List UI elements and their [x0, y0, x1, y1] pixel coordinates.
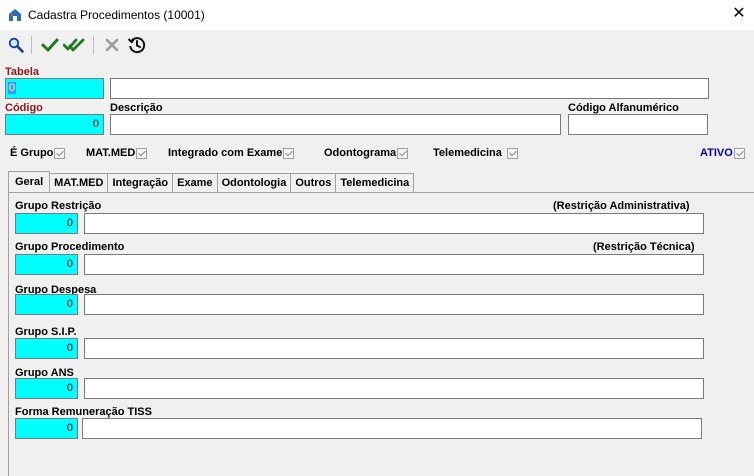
codigo-label: Código: [5, 102, 43, 114]
tabela-code-field[interactable]: 0: [5, 78, 104, 99]
cancel-button[interactable]: [101, 34, 123, 56]
matmed-checkbox[interactable]: MAT.MED: [86, 147, 148, 159]
tabela-code-value: 0: [8, 82, 17, 94]
grupo-sip-code-field[interactable]: 0: [15, 338, 78, 359]
double-check-icon: [63, 38, 85, 52]
grupo-restricao-label: Grupo Restrição: [15, 200, 102, 212]
integrado-exame-checkbox[interactable]: Integrado com Exame: [168, 147, 295, 159]
tab-bar: Geral MAT.MED Integração Exame Odontolog…: [8, 171, 415, 192]
grupo-procedimento-code-field[interactable]: 0: [15, 254, 78, 275]
e-grupo-label: É Grupo: [10, 147, 54, 159]
restricao-administrativa-note: (Restrição Administrativa): [553, 200, 690, 212]
tab-geral[interactable]: Geral: [8, 171, 51, 192]
ativo-check-icon: [733, 147, 745, 159]
tabela-label: Tabela: [5, 66, 40, 78]
integrado-exame-label: Integrado com Exame: [168, 147, 283, 159]
history-button[interactable]: [126, 34, 148, 56]
x-icon: [105, 38, 119, 52]
odontograma-checkbox[interactable]: Odontograma: [324, 147, 409, 159]
codigo-alfanumerico-field[interactable]: [568, 114, 708, 135]
tab-telemedicina[interactable]: Telemedicina: [335, 173, 415, 192]
window-title: Cadastra Procedimentos (10001): [28, 8, 205, 22]
check-icon: [41, 38, 59, 52]
history-icon: [127, 37, 146, 54]
toolbar: [0, 30, 754, 60]
grupo-ans-code-field[interactable]: 0: [15, 378, 78, 399]
toolbar-separator: [93, 36, 94, 54]
grupo-despesa-code-field[interactable]: 0: [15, 294, 78, 315]
grupo-restricao-code-field[interactable]: 0: [15, 213, 78, 234]
tab-integracao[interactable]: Integração: [107, 173, 174, 192]
title-bar: Cadastra Procedimentos (10001) ✕: [0, 0, 754, 30]
forma-remuneracao-name-field[interactable]: [82, 418, 702, 439]
search-icon: [8, 37, 24, 53]
grupo-sip-name-field[interactable]: [84, 338, 704, 359]
tab-outros[interactable]: Outros: [290, 173, 337, 192]
telemedicina-check-icon: [506, 147, 518, 159]
app-icon: [9, 9, 21, 21]
odontograma-label: Odontograma: [324, 147, 397, 159]
confirm-all-button[interactable]: [63, 34, 85, 56]
search-button[interactable]: [5, 34, 27, 56]
odontograma-check-icon: [397, 147, 409, 159]
grupo-procedimento-label: Grupo Procedimento: [15, 241, 125, 253]
tab-matmed[interactable]: MAT.MED: [49, 173, 109, 192]
integrado-exame-check-icon: [283, 147, 295, 159]
forma-remuneracao-code-field[interactable]: 0: [15, 418, 78, 439]
descricao-field[interactable]: [110, 114, 561, 135]
descricao-label: Descrição: [110, 102, 163, 114]
grupo-restricao-name-field[interactable]: [84, 213, 704, 234]
ativo-checkbox[interactable]: ATIVO: [700, 147, 745, 159]
close-button[interactable]: ✕: [724, 0, 754, 30]
ativo-label: ATIVO: [700, 147, 733, 159]
grupo-ans-name-field[interactable]: [84, 378, 704, 399]
restricao-tecnica-note: (Restrição Técnica): [593, 241, 695, 253]
toolbar-separator: [31, 36, 32, 54]
tab-odontologia[interactable]: Odontologia: [216, 173, 292, 192]
telemedicina-label: Telemedicina: [433, 147, 502, 159]
forma-remuneracao-label: Forma Remuneração TISS: [15, 406, 152, 418]
codigo-alfanumerico-label: Código Alfanumérico: [568, 102, 679, 114]
e-grupo-check-icon: [54, 147, 66, 159]
confirm-button[interactable]: [39, 34, 61, 56]
codigo-field[interactable]: 0: [5, 114, 104, 135]
grupo-despesa-name-field[interactable]: [84, 294, 704, 315]
telemedicina-checkbox[interactable]: Telemedicina: [433, 147, 518, 159]
tab-exame[interactable]: Exame: [172, 173, 218, 192]
grupo-procedimento-name-field[interactable]: [84, 254, 704, 275]
tabela-name-field[interactable]: [110, 78, 709, 99]
matmed-check-icon: [136, 147, 148, 159]
grupo-sip-label: Grupo S.I.P.: [15, 326, 77, 338]
e-grupo-checkbox[interactable]: É Grupo: [10, 147, 66, 159]
matmed-label: MAT.MED: [86, 147, 136, 159]
